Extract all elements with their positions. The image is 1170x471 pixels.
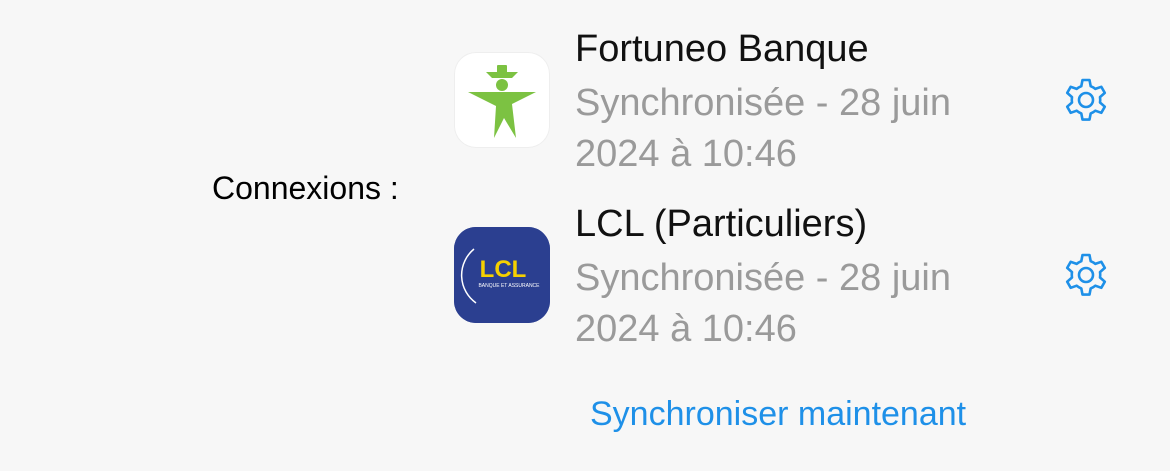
lcl-logo-subtext: BANQUE ET ASSURANCE (478, 283, 540, 289)
bank-name: LCL (Particuliers) (575, 203, 868, 245)
lcl-logo-icon: LCL BANQUE ET ASSURANCE (454, 227, 550, 323)
sync-status: Synchronisée - 28 juin 2024 à 10:46 (575, 82, 951, 175)
lcl-logo-text: LCL (480, 256, 527, 283)
bank-name: Fortuneo Banque (575, 28, 869, 70)
connection-settings-button[interactable] (1058, 72, 1114, 128)
gear-icon (1065, 253, 1107, 296)
fortuneo-logo-icon (454, 52, 550, 148)
connections-label: Connexions : (212, 170, 399, 206)
gear-icon (1065, 78, 1107, 121)
sync-now-button[interactable]: Synchroniser maintenant (590, 395, 966, 434)
sync-status: Synchronisée - 28 juin 2024 à 10:46 (575, 257, 951, 350)
connection-settings-button[interactable] (1058, 247, 1114, 303)
